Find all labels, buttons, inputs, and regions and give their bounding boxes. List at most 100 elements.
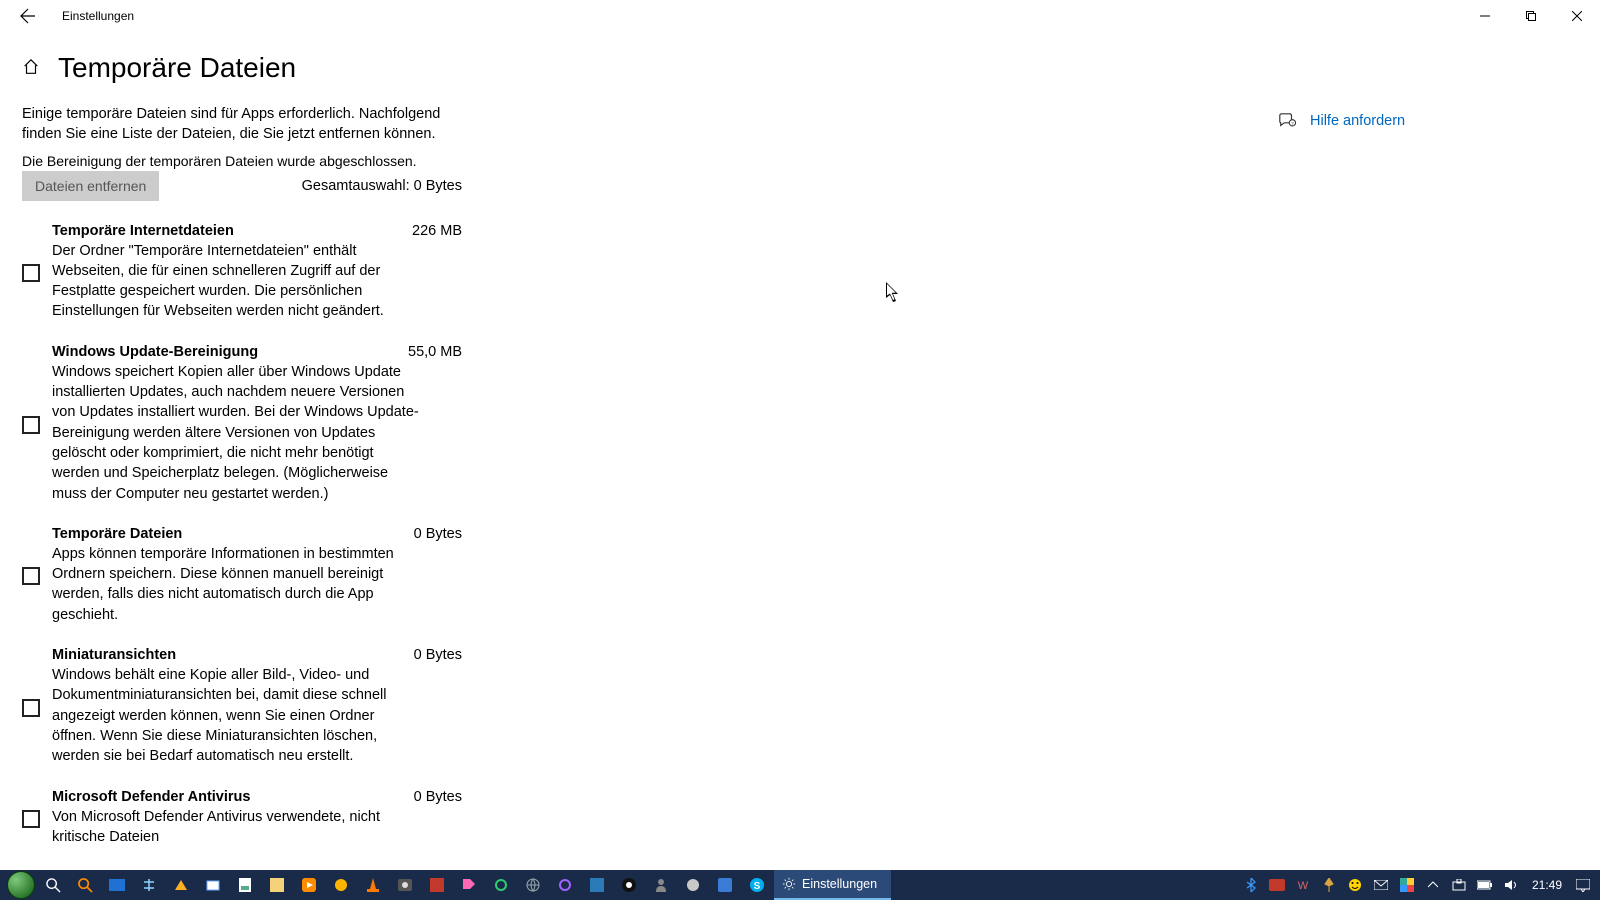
volume-icon: [1504, 879, 1518, 891]
home-button[interactable]: [22, 58, 40, 79]
taskbar-app-17[interactable]: [614, 871, 644, 899]
skype-icon[interactable]: S: [742, 871, 772, 899]
taskbar-app-20[interactable]: [710, 871, 740, 899]
taskbar-app-5[interactable]: [230, 871, 260, 899]
start-button[interactable]: [6, 871, 36, 899]
tray-network-icon[interactable]: [1448, 871, 1470, 899]
app-icon: [173, 878, 189, 892]
taskbar-app-10[interactable]: [390, 871, 420, 899]
item-title: Temporäre Dateien: [52, 526, 182, 542]
app-title: Einstellungen: [62, 9, 134, 23]
checkbox-temp-files[interactable]: [22, 567, 40, 585]
item-description: Der Ordner "Temporäre Internetdateien" e…: [52, 241, 422, 322]
help-link[interactable]: ? Hilfe anfordern: [1278, 112, 1528, 130]
back-arrow-icon: [20, 8, 36, 24]
cleanup-item: Miniaturansichten 0 Bytes Windows behält…: [22, 647, 462, 766]
maximize-icon: [1526, 11, 1536, 21]
taskbar-active-settings[interactable]: Einstellungen: [774, 870, 891, 900]
checkbox-windows-update[interactable]: [22, 416, 40, 434]
app-icon: [206, 878, 220, 892]
circle-icon: [494, 878, 508, 892]
right-sidebar: ? Hilfe anfordern: [1278, 104, 1578, 869]
remove-files-button[interactable]: Dateien entfernen: [22, 171, 159, 201]
checkbox-thumbnails[interactable]: [22, 699, 40, 717]
tray-chevron-icon[interactable]: [1422, 871, 1444, 899]
item-description: Windows behält eine Kopie aller Bild-, V…: [52, 665, 422, 766]
taskbar-app-16[interactable]: [582, 871, 612, 899]
app-icon: [718, 878, 732, 892]
tray-badge-icon[interactable]: [1266, 871, 1288, 899]
app-icon: [270, 878, 284, 892]
everything-search-icon[interactable]: [70, 871, 100, 899]
maximize-button[interactable]: [1508, 0, 1554, 32]
checkbox-defender[interactable]: [22, 810, 40, 828]
item-description: Windows speichert Kopien aller über Wind…: [52, 362, 422, 504]
tray-volume-icon[interactable]: [1500, 871, 1522, 899]
actions-row: Dateien entfernen Gesamtauswahl: 0 Bytes: [22, 171, 462, 201]
page-header: Temporäre Dateien: [0, 32, 1600, 94]
page-title: Temporäre Dateien: [58, 52, 296, 84]
item-size: 0 Bytes: [414, 647, 462, 663]
taskbar-app-1[interactable]: [102, 871, 132, 899]
tray-mail-icon[interactable]: [1370, 871, 1392, 899]
main-column: Einige temporäre Dateien sind für Apps e…: [22, 104, 462, 869]
app-icon: [109, 879, 125, 891]
tray-security-icon[interactable]: [1396, 871, 1418, 899]
cleanup-item: Temporäre Internetdateien 226 MB Der Ord…: [22, 223, 462, 322]
app-icon: [335, 879, 347, 891]
back-button[interactable]: [12, 0, 44, 32]
search-button[interactable]: [38, 871, 68, 899]
taskbar-app-18[interactable]: [646, 871, 676, 899]
taskbar-app-6[interactable]: [262, 871, 292, 899]
taskbar-app-12[interactable]: [454, 871, 484, 899]
taskbar-app-4[interactable]: [198, 871, 228, 899]
taskbar-app-11[interactable]: [422, 871, 452, 899]
ethernet-icon: [1452, 879, 1466, 891]
taskbar-app-9[interactable]: [358, 871, 388, 899]
taskbar-app-3[interactable]: [166, 871, 196, 899]
item-size: 0 Bytes: [414, 789, 462, 805]
w-icon: W: [1297, 879, 1309, 891]
circle-icon: [686, 878, 700, 892]
close-icon: [1572, 11, 1582, 21]
taskbar-app-7[interactable]: [294, 871, 324, 899]
taskbar-app-2[interactable]: [134, 871, 164, 899]
taskbar-app-14[interactable]: [518, 871, 548, 899]
app-icon: [430, 878, 444, 892]
taskbar-app-13[interactable]: [486, 871, 516, 899]
item-title: Windows Update-Bereinigung: [52, 344, 258, 360]
item-description: Apps können temporäre Informationen in b…: [52, 544, 422, 625]
tray-power-icon[interactable]: [1474, 871, 1496, 899]
taskbar-app-15[interactable]: [550, 871, 580, 899]
person-icon: [655, 878, 667, 892]
status-text: Die Bereinigung der temporären Dateien w…: [22, 153, 462, 169]
svg-text:S: S: [754, 881, 761, 892]
pin-icon: [1323, 878, 1335, 892]
cleanup-item: Temporäre Dateien 0 Bytes Apps können te…: [22, 526, 462, 625]
checkbox-temp-internet[interactable]: [22, 264, 40, 282]
titlebar: Einstellungen: [0, 0, 1600, 32]
taskbar[interactable]: S Einstellungen W 21:49: [0, 870, 1600, 900]
action-center-icon[interactable]: [1572, 871, 1594, 899]
minimize-icon: [1480, 11, 1490, 21]
globe-icon: [526, 878, 540, 892]
close-button[interactable]: [1554, 0, 1600, 32]
intro-text: Einige temporäre Dateien sind für Apps e…: [22, 104, 462, 145]
bluetooth-icon[interactable]: [1240, 871, 1262, 899]
taskbar-app-8[interactable]: [326, 871, 356, 899]
chevron-up-icon: [1428, 881, 1438, 889]
home-icon: [22, 58, 40, 76]
taskbar-clock[interactable]: 21:49: [1526, 878, 1568, 892]
svg-text:W: W: [1298, 880, 1309, 891]
item-size: 0 Bytes: [414, 526, 462, 542]
minimize-button[interactable]: [1462, 0, 1508, 32]
tray-smiley-icon[interactable]: [1344, 871, 1366, 899]
tray-app-icon-2[interactable]: [1318, 871, 1340, 899]
search-icon: [46, 878, 61, 893]
battery-icon: [1477, 880, 1493, 890]
taskbar-app-19[interactable]: [678, 871, 708, 899]
item-size: 226 MB: [412, 223, 462, 239]
taskbar-left: S Einstellungen: [6, 870, 891, 900]
tray-app-icon[interactable]: W: [1292, 871, 1314, 899]
help-link-label: Hilfe anfordern: [1310, 113, 1405, 129]
